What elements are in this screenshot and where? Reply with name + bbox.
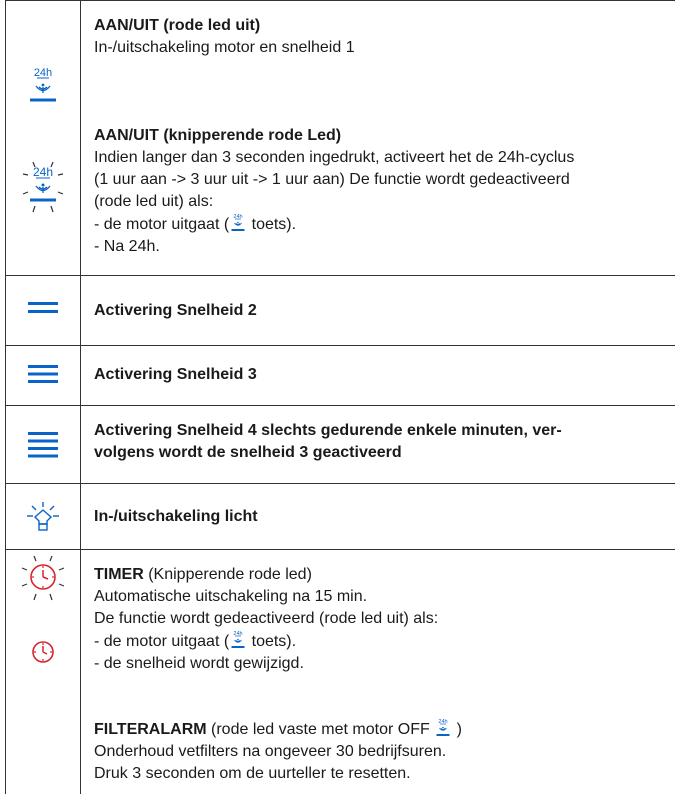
speed-3-icon: [6, 364, 80, 384]
row-title-line: volgens wordt de snelheid 3 geactiveerd: [94, 444, 402, 461]
fan-24h-blinking-icon: 24h: [6, 160, 80, 220]
row-line: - de snelheid wordt gewijzigd.: [94, 655, 304, 672]
svg-text:24h: 24h: [34, 67, 52, 79]
row-line: - de motor uitgaat (24h toets).: [94, 213, 664, 236]
row-divider: [6, 0, 675, 1]
row-title: Activering Snelheid 3: [94, 366, 257, 383]
fan-24h-icon: 24h: [229, 630, 247, 650]
row-line: In-/uitschakeling motor en snelheid 1: [94, 39, 355, 56]
row-title: TIMER: [94, 566, 144, 583]
row-title: Activering Snelheid 4 slechts gedurende …: [94, 420, 664, 464]
row-title: AAN/UIT (rode led uit): [94, 17, 261, 34]
timer-blinking-icon: [6, 555, 80, 601]
fan-24h-icon: 24h: [434, 718, 452, 738]
row-title: Activering Snelheid 2: [94, 302, 257, 319]
row-title-suffix: (rode led vaste met motor OFF: [206, 721, 435, 738]
row-line: - de motor uitgaat (24h toets).: [94, 630, 664, 653]
row-title-line: FILTERALARM (rode led vaste met motor OF…: [94, 718, 664, 741]
row-line: Automatische uitschakeling na 15 min.: [94, 588, 368, 605]
column-divider: [80, 0, 81, 794]
row-divider: [6, 275, 675, 276]
row-divider: [6, 345, 675, 346]
row-line: Indien langer dan 3 seconden ingedrukt, …: [94, 149, 575, 166]
row-title: FILTERALARM: [94, 721, 207, 738]
speed-4-icon: [6, 431, 80, 459]
row-title-suffix-end: ): [452, 721, 462, 738]
timer-icon: [6, 640, 80, 664]
light-bulb-icon: [6, 502, 80, 532]
row-title-suffix: (Knipperende rode led): [143, 566, 312, 583]
row-line: (rode led uit) als:: [94, 193, 214, 210]
svg-text:24h: 24h: [33, 165, 53, 179]
speed-2-icon: [6, 301, 80, 315]
row-line-part: - de motor uitgaat (: [94, 216, 230, 233]
row-line: - Na 24h.: [94, 238, 160, 255]
row-line: Onderhoud vetfilters na ongeveer 30 bedr…: [94, 743, 447, 760]
row-title-line: Activering Snelheid 4 slechts gedurende …: [94, 422, 562, 439]
row-title: In-/uitschakeling licht: [94, 508, 258, 525]
row-line-part: - de motor uitgaat (: [94, 633, 230, 650]
row-on-off-text: AAN/UIT (rode led uit) In-/uitschakeling…: [94, 15, 664, 59]
row-line: Druk 3 seconden om de uurteller te reset…: [94, 765, 411, 782]
instruction-table: 24h AAN/UIT (rode led uit) In-/uitschake…: [5, 0, 675, 794]
row-line: (1 uur aan -> 3 uur uit -> 1 uur aan) De…: [94, 171, 570, 188]
row-title-line: TIMER (Knipperende rode led): [94, 564, 664, 586]
fan-24h-icon: 24h: [229, 213, 247, 233]
row-divider: [6, 483, 675, 484]
row-filter-alarm-text: FILTERALARM (rode led vaste met motor OF…: [94, 718, 664, 785]
row-line: De functie wordt gedeactiveerd (rode led…: [94, 610, 439, 627]
fan-24h-icon: 24h: [6, 66, 80, 106]
row-title: AAN/UIT (knipperende rode Led): [94, 127, 342, 144]
row-timer-text: TIMER (Knipperende rode led) Automatisch…: [94, 564, 664, 675]
row-line-part: toets).: [247, 216, 297, 233]
row-line-part: toets).: [247, 633, 297, 650]
row-divider: [6, 405, 675, 406]
row-divider: [6, 549, 675, 550]
row-24h-text: AAN/UIT (knipperende rode Led) Indien la…: [94, 125, 664, 258]
